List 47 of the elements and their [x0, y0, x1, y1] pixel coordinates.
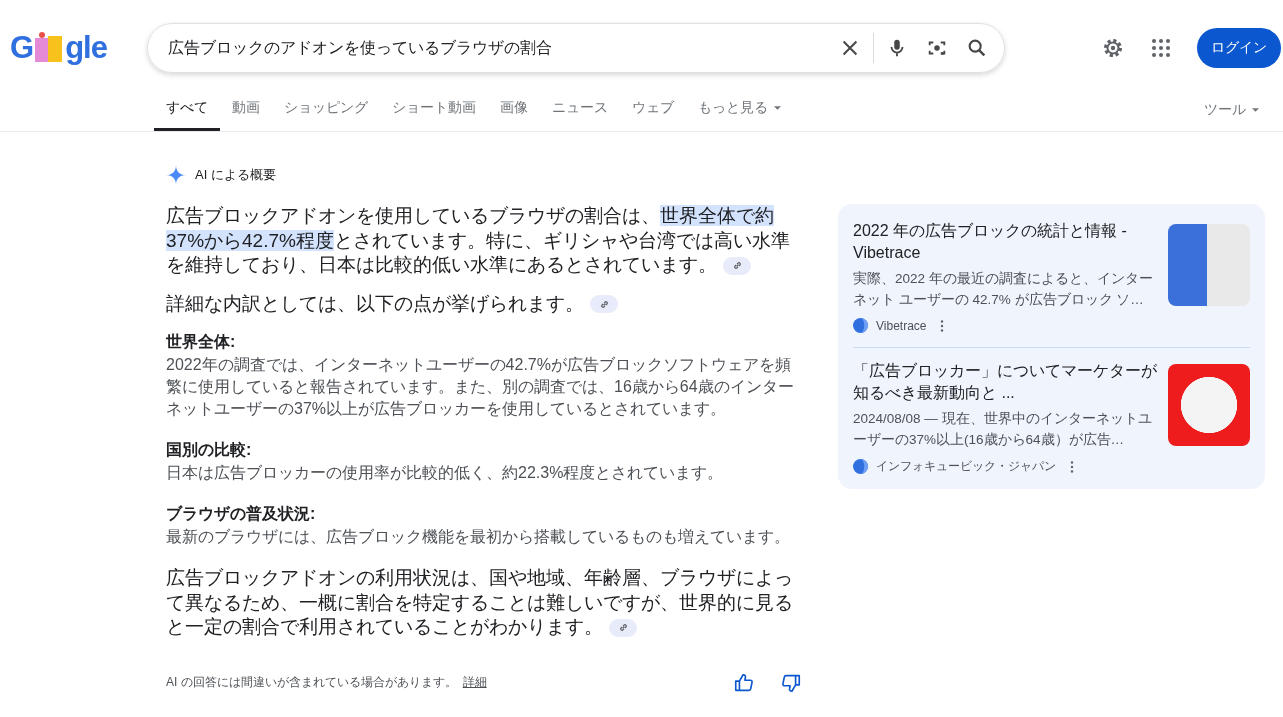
gift-bags-drawing — [34, 30, 65, 64]
apps-icon[interactable] — [1149, 36, 1173, 60]
source-title[interactable]: 2022 年の広告ブロックの統計と情報 - Vibetrace — [853, 220, 1160, 264]
search-tab[interactable]: すべて — [154, 96, 220, 131]
source-link-icon[interactable] — [609, 619, 637, 637]
source-link-icon[interactable] — [723, 257, 751, 275]
overview-paragraph: 広告ブロックアドオンの利用状況は、国や地域、年齢層、ブラウザによって異なるため、一概に割合を特定することは難しいですが、世界的に見ると一定の割合で利用されていることがわかります。 — [166, 566, 794, 639]
source-site-name: Vibetrace — [876, 318, 927, 333]
section-heading: 国別の比較: — [166, 440, 253, 460]
overview-paragraph: 詳細な内訳としては、以下の点が挙げられます。 — [166, 291, 802, 316]
section-text: 日本は広告ブロッカーの使用率が比較的低く、約22.3%程度とされています。 — [166, 463, 725, 483]
tools-button[interactable]: ツール — [1192, 96, 1271, 131]
site-logo-icon — [853, 459, 868, 474]
photo-placeholder[interactable] — [1168, 364, 1250, 446]
settings-icon[interactable] — [1101, 36, 1125, 60]
logo[interactable]: G gle — [10, 30, 147, 66]
disclaimer-text: AI の回答には間違いが含まれている場合があります。 — [166, 674, 457, 691]
search-field[interactable]: 広告ブロックのアドオンを使っているブラウザの割合 — [147, 23, 1005, 73]
details-link[interactable]: 詳細 — [462, 674, 487, 691]
source-link-icon[interactable] — [590, 295, 618, 314]
source-title[interactable]: 「広告ブロッカー」についてマーケターが知るべき最新動向と ... — [853, 360, 1160, 404]
search-tab[interactable]: ウェブ — [620, 96, 686, 131]
source-snippet: 実際、2022 年の最近の調査によると、インターネット ユーザーの 42.7% が広告ブロック ソ… — [853, 270, 1154, 309]
section-heading: ブラウザの普及状況: — [166, 504, 317, 524]
thumbs-up-icon[interactable] — [733, 671, 755, 694]
section-text: 2022年の調査では、インターネットユーザーの42.7%が広告ブロックソフトウェアを頻繁に使用していると報告されています。また、別の調査では、16歳から64歳のインターネットユーザーの37%以上が広告ブロッカーを使用しているとされています。 — [166, 355, 795, 419]
login-button[interactable]: ログイン — [1197, 28, 1281, 68]
search-tab[interactable]: ショッピング — [272, 96, 380, 131]
more-options-icon[interactable] — [940, 319, 945, 332]
search-tab[interactable]: ショート動画 — [380, 96, 488, 131]
overview-paragraph: 広告ブロックアドオンを使用しているブラウザの割合は、世界全体で約37%から42.7%程度 とされています。特に、ギリシャや台湾では高い水準を維持しており、日本は比較的低い水準にあるとされています。 — [166, 204, 791, 277]
caret-icon — [774, 106, 781, 110]
section-heading: 世界全体: — [166, 332, 237, 352]
search-tab[interactable]: 動画 — [220, 96, 272, 131]
source-snippet: 2024/08/08 — 現在、世界中のインターネットユーザーの37%以上(16歳から64歳）が広告… — [853, 410, 1153, 449]
search-tab[interactable]: ニュース — [540, 96, 620, 131]
overview-title: AI による概要 — [195, 166, 276, 184]
search-query: 広告ブロックのアドオンを使っているブラウザの割合 — [168, 37, 553, 58]
search-icon[interactable] — [966, 37, 988, 59]
search-tab[interactable]: もっと見る — [686, 96, 793, 131]
caret-icon — [1252, 107, 1259, 112]
source-site-name: インフォキュービック・ジャパン — [876, 458, 1056, 475]
site-logo-icon — [853, 318, 868, 333]
search-tab[interactable]: 画像 — [488, 96, 540, 131]
more-options-icon[interactable] — [1070, 460, 1074, 473]
photo-placeholder[interactable] — [1168, 224, 1250, 306]
section-text: 最新のブラウザには、広告ブロック機能を最初から搭載しているものも増えています。 — [166, 527, 791, 547]
